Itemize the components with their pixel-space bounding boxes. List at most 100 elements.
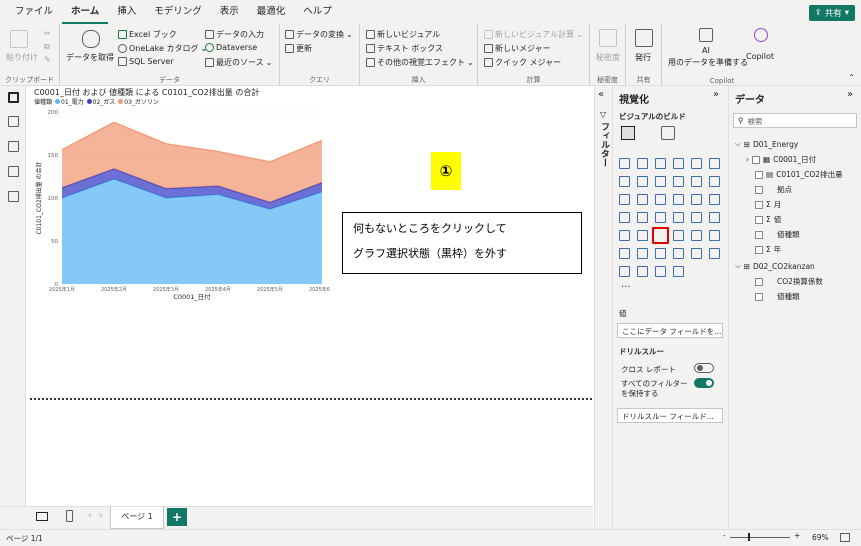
more-visuals-button[interactable]: その他の視覚エフェクト ⌄ [366,57,474,68]
pie-visual-icon[interactable] [691,194,702,205]
zoom-in-icon[interactable]: + [794,531,800,540]
next-page-icon[interactable]: › [99,511,103,521]
key-influencers-visual-icon[interactable] [637,248,648,259]
checkbox[interactable] [752,155,760,164]
get-data-button[interactable]: データを取得 [66,52,114,63]
onelake-button[interactable]: OneLake カタログ ⌄ [118,43,207,54]
stacked-area-visual-icon[interactable] [655,176,666,187]
checkbox[interactable] [755,185,763,194]
drillthrough-field[interactable]: ドリルスルー フィールド... [617,408,723,423]
scatter-visual-icon[interactable] [673,194,684,205]
decomp-tree-visual-icon[interactable] [655,248,666,259]
paste-button[interactable]: 貼り付け [6,52,38,63]
r-visual-visual-icon[interactable] [709,230,720,241]
field-site[interactable]: 拠点 [755,184,792,195]
mobile-layout-icon[interactable] [66,510,73,522]
menu-modeling[interactable]: モデリング [145,0,211,24]
excel-button[interactable]: Excel ブック [118,29,177,40]
field-co2-factor[interactable]: CO2換算係数 [755,276,823,287]
report-view-icon[interactable] [8,92,19,103]
filled-map-visual-icon[interactable] [655,212,666,223]
field-month[interactable]: Σ月 [755,199,781,210]
zoom-slider[interactable] [730,537,790,538]
expand-icon[interactable]: » [847,89,853,100]
field-value[interactable]: Σ値 [755,214,781,225]
checkbox[interactable] [755,200,763,209]
checkbox[interactable] [755,277,763,286]
area-chart[interactable]: C0001_日付 および 値種類 による C0101_CO2排出量 の合計 値種… [30,86,330,302]
more-visuals-icon[interactable]: ··· [621,282,631,293]
keep-filters-toggle[interactable] [694,378,714,388]
new-visual-button[interactable]: 新しいビジュアル [366,29,440,40]
refresh-button[interactable]: 更新 [285,43,312,54]
checkbox[interactable] [755,230,763,239]
zoom-thumb[interactable] [748,533,750,541]
field-value-type[interactable]: 値種類 [755,229,800,240]
model-view-icon[interactable] [8,141,19,152]
100-bar-visual-icon[interactable] [691,158,702,169]
collapse-ribbon-icon[interactable]: ⌃ [848,73,855,82]
waterfall-visual-icon[interactable] [637,194,648,205]
more-visual-icon[interactable] [673,266,684,277]
checkbox[interactable] [755,245,763,254]
quick-measure-button[interactable]: クイック メジャー [484,57,561,68]
field-value-type-2[interactable]: 値種類 [755,291,800,302]
page-tab[interactable]: ページ 1 [110,507,164,529]
search-box[interactable]: ⚲ 検索 [733,113,857,128]
share-button[interactable]: ⇪ 共有 ▾ [808,5,855,21]
stacked-column-visual-icon[interactable] [637,158,648,169]
zoom-out-icon[interactable]: - [723,531,726,540]
transform-data-button[interactable]: データの変換 ⌄ [285,29,353,40]
menu-help[interactable]: ヘルプ [294,0,341,24]
multi-card-visual-icon[interactable] [619,230,630,241]
values-drop-field[interactable]: ここにデータ フィールドを... [617,323,723,338]
copilot-button[interactable]: Copilot [746,52,774,61]
python-visual-icon[interactable] [619,248,630,259]
matrix-visual-icon[interactable] [691,230,702,241]
menu-file[interactable]: ファイル [6,0,62,24]
field-year[interactable]: Σ年 [755,244,781,255]
100-area-visual-icon[interactable] [673,176,684,187]
expand-icon[interactable]: « [598,89,604,100]
menu-insert[interactable]: 挿入 [108,0,145,24]
line-column-visual-icon[interactable] [691,176,702,187]
clustered-column-visual-icon[interactable] [673,158,684,169]
checkbox[interactable] [755,170,763,179]
desktop-layout-icon[interactable] [36,512,48,521]
funnel-visual-icon[interactable] [655,194,666,205]
fit-page-icon[interactable] [840,533,850,542]
map-visual-icon[interactable] [637,212,648,223]
new-visual-calc-button[interactable]: 新しいビジュアル計算 ⌄ [484,29,583,40]
sensitivity-button[interactable]: 秘密度 [596,52,620,63]
enter-data-button[interactable]: データの入力 [205,29,264,40]
menu-home[interactable]: ホーム [62,0,109,24]
add-page-button[interactable]: + [167,508,187,526]
table-d02-co2kanzan[interactable]: ⌵ ⊞ D02_CO2kanzan [735,261,815,271]
treemap-visual-icon[interactable] [619,212,630,223]
table-d01-energy[interactable]: ⌵ ⊞ D01_Energy [735,139,798,149]
format-visual-tab-icon[interactable] [661,126,675,140]
ai-button[interactable]: AI [702,46,710,55]
azure-map-visual-icon[interactable] [673,212,684,223]
gauge-visual-icon[interactable] [691,212,702,223]
sql-server-button[interactable]: SQL Server [118,57,174,66]
build-visual-tab-icon[interactable] [621,126,635,140]
power-apps-visual-icon[interactable] [619,266,630,277]
publish-button[interactable]: 発行 [635,52,651,63]
field-co2[interactable]: ▤ C0101_CO2排出量 [755,169,843,180]
line-column-2-visual-icon[interactable] [709,176,720,187]
ribbon-visual-icon[interactable] [619,194,630,205]
paginated-visual-icon[interactable] [709,248,720,259]
textbox-button[interactable]: テキスト ボックス [366,43,443,54]
tmdl-view-icon[interactable] [8,191,19,202]
dataverse-button[interactable]: Dataverse [205,43,257,52]
menu-optimize[interactable]: 最適化 [248,0,295,24]
recent-sources-button[interactable]: 最近のソース ⌄ [205,57,272,68]
copy-icon[interactable]: ⧉ [44,42,50,52]
donut-visual-icon[interactable] [709,194,720,205]
power-automate-visual-icon[interactable] [637,266,648,277]
area-visual-icon[interactable] [637,176,648,187]
table-view-icon[interactable] [8,116,19,127]
format-painter-icon[interactable]: ✎ [44,55,51,64]
field-date[interactable]: › ▦ C0001_日付 [746,154,816,165]
